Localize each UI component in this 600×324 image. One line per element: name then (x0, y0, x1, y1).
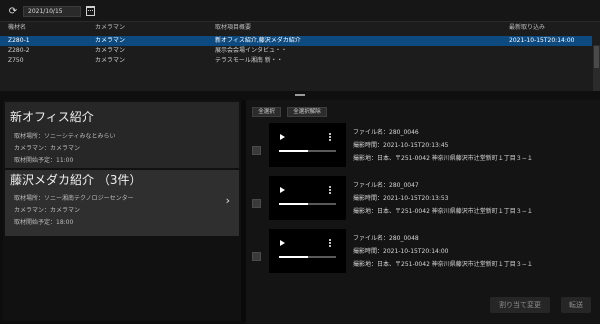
video-thumbnail[interactable] (269, 123, 346, 167)
clip-filename: ファイル名：280_0047 (353, 182, 419, 189)
table-row[interactable]: Z280-1 カメラマン 新オフィス紹介,藤沢メダカ紹介 2021-10-15T… (0, 36, 592, 46)
clip-filename: ファイル名：280_0048 (353, 235, 419, 242)
table-row[interactable]: Z280-2 カメラマン 展示会会場インタビュ・・ (0, 46, 592, 56)
transfer-button[interactable]: 転送 (561, 297, 591, 313)
clip-shot-place: 撮影地：日本、〒251-0042 神奈川県藤沢市辻堂新町１丁目３−１ (353, 261, 533, 268)
cell-cameraman: カメラマン (95, 47, 126, 54)
story-title: 新オフィス紹介 (10, 110, 94, 124)
playback-progress[interactable] (279, 256, 336, 258)
cell-device: Z280-1 (8, 37, 30, 44)
more-vertical-icon[interactable] (329, 186, 331, 194)
clip-checkbox[interactable] (252, 146, 261, 155)
story-item[interactable]: 新オフィス紹介 取材場所：ソニーシティみなとみらい カメラマン：カメラマン 取材… (5, 102, 239, 168)
story-cameraman: カメラマン：カメラマン (14, 145, 81, 152)
clip-item: ファイル名：280_0046 撮影時間：2021-10-15T20:13:45 … (246, 120, 600, 180)
story-location: 取材場所：ソニーシティみなとみらい (14, 133, 116, 140)
play-icon[interactable] (280, 134, 285, 140)
story-location: 取材場所：ソニー湘南テクノロジーセンター (14, 195, 134, 202)
header-summary[interactable]: 取材項目概要 (215, 23, 415, 33)
play-icon[interactable] (280, 187, 285, 193)
clip-checkbox[interactable] (252, 199, 261, 208)
clip-panel: 全選択 全選択解除 ファイル名：280_0046 撮影時間：2021-10-15… (246, 100, 600, 324)
video-thumbnail[interactable] (269, 176, 346, 220)
more-vertical-icon[interactable] (329, 239, 331, 247)
top-toolbar: ⟳ 2021/10/15 (0, 0, 600, 21)
device-table: 機材名 カメラマン 取材項目概要 最新取り込み Z280-1 カメラマン 新オフ… (0, 21, 600, 92)
cell-device: Z280-2 (8, 47, 30, 54)
story-start-time: 取材開始予定：18:00 (14, 219, 74, 226)
clip-checkbox[interactable] (252, 252, 261, 261)
progress-fill (279, 203, 308, 205)
table-row[interactable]: Z750 カメラマン テラスモール湘南 新・・ (0, 56, 592, 66)
cell-latest: 2021-10-15T20:14:00 (509, 37, 575, 44)
reassign-button[interactable]: 割り当て変更 (490, 297, 550, 313)
clip-shot-place: 撮影地：日本、〒251-0042 神奈川県藤沢市辻堂新町１丁目３−１ (353, 208, 533, 215)
video-thumbnail[interactable] (269, 229, 346, 273)
play-icon[interactable] (280, 240, 285, 246)
clip-shot-time: 撮影時間：2021-10-15T20:13:53 (353, 195, 449, 202)
story-start-time: 取材開始予定：11:00 (14, 157, 74, 164)
header-device[interactable]: 機材名 (8, 23, 86, 33)
calendar-icon[interactable] (86, 6, 95, 16)
cell-cameraman: カメラマン (95, 37, 126, 44)
story-cameraman: カメラマン：カメラマン (14, 207, 81, 214)
clip-item: ファイル名：280_0047 撮影時間：2021-10-15T20:13:53 … (246, 173, 600, 233)
chevron-right-icon[interactable]: › (226, 194, 230, 207)
more-vertical-icon[interactable] (329, 133, 331, 141)
clip-shot-place: 撮影地：日本、〒251-0042 神奈川県藤沢市辻堂新町１丁目３−１ (353, 155, 533, 162)
cell-device: Z750 (8, 57, 24, 64)
table-scroll-thumb[interactable] (594, 46, 599, 68)
header-latest[interactable]: 最新取り込み (509, 23, 594, 33)
horizontal-splitter[interactable] (0, 91, 600, 100)
select-all-button[interactable]: 全選択 (252, 107, 281, 117)
cell-summary: テラスモール湘南 新・・ (215, 57, 283, 64)
cell-cameraman: カメラマン (95, 57, 126, 64)
cell-summary: 展示会会場インタビュ・・ (215, 47, 288, 54)
cell-summary: 新オフィス紹介,藤沢メダカ紹介 (215, 37, 301, 44)
playback-progress[interactable] (279, 203, 336, 205)
clip-shot-time: 撮影時間：2021-10-15T20:13:45 (353, 142, 449, 149)
progress-fill (279, 150, 308, 152)
deselect-all-button[interactable]: 全選択解除 (287, 107, 327, 117)
story-item[interactable]: 藤沢メダカ紹介 （3件） 取材場所：ソニー湘南テクノロジーセンター カメラマン：… (5, 170, 239, 236)
story-list: 新オフィス紹介 取材場所：ソニーシティみなとみらい カメラマン：カメラマン 取材… (3, 100, 241, 321)
refresh-icon[interactable]: ⟳ (7, 6, 19, 17)
story-title: 藤沢メダカ紹介 （3件） (10, 173, 142, 187)
clip-filename: ファイル名：280_0046 (353, 129, 419, 136)
progress-fill (279, 256, 308, 258)
header-cameraman[interactable]: カメラマン (95, 23, 195, 33)
clip-item: ファイル名：280_0048 撮影時間：2021-10-15T20:14:00 … (246, 226, 600, 286)
date-input[interactable]: 2021/10/15 (23, 6, 81, 17)
clip-shot-time: 撮影時間：2021-10-15T20:14:00 (353, 248, 449, 255)
table-header: 機材名 カメラマン 取材項目概要 最新取り込み (0, 23, 592, 33)
splitter-grip-icon[interactable] (295, 94, 305, 96)
playback-progress[interactable] (279, 150, 336, 152)
